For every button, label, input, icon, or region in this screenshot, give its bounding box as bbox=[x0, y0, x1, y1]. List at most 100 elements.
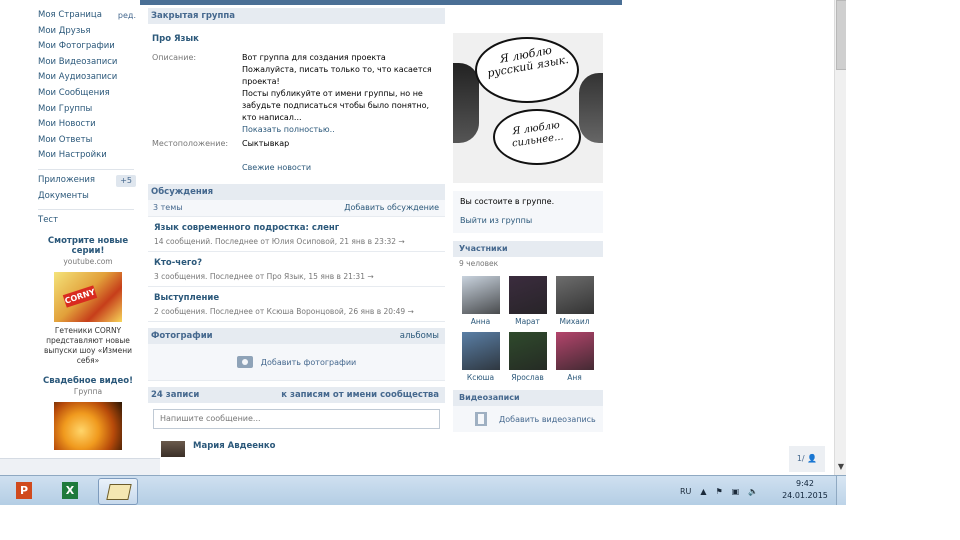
clock[interactable]: 9:42 24.01.2015 bbox=[782, 478, 828, 502]
member-card[interactable]: Ксюша bbox=[457, 332, 504, 382]
members-count: 9 человек bbox=[459, 259, 499, 268]
member-name[interactable]: Ярослав bbox=[504, 373, 551, 382]
menu-my-news[interactable]: Мои Новости bbox=[38, 117, 138, 133]
display-icon[interactable]: ▣ bbox=[732, 487, 740, 496]
discussions-header[interactable]: Обсуждения bbox=[148, 184, 445, 200]
ad2-image[interactable] bbox=[54, 402, 122, 450]
menu-my-answers[interactable]: Мои Ответы bbox=[38, 133, 138, 149]
menu-item-label: Моя Страница bbox=[38, 10, 102, 20]
members-header[interactable]: Участники bbox=[453, 241, 603, 257]
member-name[interactable]: Аня bbox=[551, 373, 598, 382]
closed-group-header: Закрытая группа bbox=[148, 8, 445, 24]
menu-my-messages[interactable]: Мои Сообщения bbox=[38, 86, 138, 102]
taskbar-reader[interactable] bbox=[98, 478, 138, 505]
menu-apps[interactable]: Приложения +5 bbox=[38, 173, 138, 189]
clock-time: 9:42 bbox=[796, 479, 814, 488]
ad-image[interactable]: CORNY bbox=[54, 272, 122, 322]
topic-title[interactable]: Выступление bbox=[154, 293, 439, 303]
edit-link[interactable]: ред. bbox=[118, 8, 136, 24]
menu-test[interactable]: Тест bbox=[38, 213, 138, 229]
topic-title[interactable]: Кто-чего? bbox=[154, 258, 439, 268]
member-avatar[interactable] bbox=[555, 276, 594, 314]
menu-my-page[interactable]: Моя Страница ред. bbox=[38, 8, 138, 24]
ad-text: Гетеники CORNY представляют новые выпуск… bbox=[43, 326, 133, 365]
show-desktop-button[interactable] bbox=[836, 476, 846, 505]
taskbar-excel[interactable]: X bbox=[52, 478, 90, 503]
topic-item[interactable]: Кто-чего? 3 сообщения. Последнее от Про … bbox=[148, 252, 445, 287]
wall-count[interactable]: 24 записи bbox=[151, 390, 199, 400]
excel-icon: X bbox=[62, 482, 78, 499]
show-full-link[interactable]: Показать полностью.. bbox=[242, 124, 445, 136]
post-author[interactable]: Мария Авдеенко bbox=[193, 441, 276, 451]
albums-link[interactable]: альбомы bbox=[400, 328, 439, 344]
description-label: Описание: bbox=[152, 53, 197, 62]
fresh-news-link[interactable]: Свежие новости bbox=[242, 162, 445, 174]
location-label: Местоположение: bbox=[152, 139, 229, 148]
member-card[interactable]: Аня bbox=[551, 332, 598, 382]
cover-figure-right bbox=[579, 73, 603, 143]
apps-count-badge: +5 bbox=[116, 174, 136, 187]
ad2-site: Группа bbox=[73, 387, 103, 396]
browser-page: Моя Страница ред. Мои Друзья Мои Фотограф… bbox=[0, 0, 834, 475]
member-card[interactable]: Анна bbox=[457, 276, 504, 326]
member-card[interactable]: Михаил bbox=[551, 276, 598, 326]
scroll-down-arrow-icon[interactable]: ▼ bbox=[836, 462, 846, 471]
menu-documents[interactable]: Документы bbox=[38, 189, 138, 205]
add-photos-button[interactable]: Добавить фотографии bbox=[148, 344, 445, 381]
member-name[interactable]: Марат bbox=[504, 317, 551, 326]
member-avatar[interactable] bbox=[508, 276, 547, 314]
member-avatar[interactable] bbox=[461, 276, 500, 314]
topic-title[interactable]: Язык современного подростка: сленг bbox=[154, 223, 439, 233]
members-grid: Анна Марат Михаил Ксюша Ярослав Аня bbox=[453, 270, 603, 388]
ad2-title[interactable]: Свадебное видео! bbox=[38, 376, 138, 386]
tray-arrow-icon[interactable]: ▲ bbox=[700, 487, 706, 496]
member-name[interactable]: Михаил bbox=[551, 317, 598, 326]
ads-block: Смотрите новые серии! youtube.com CORNY … bbox=[38, 236, 138, 450]
photos-header: Фотографии альбомы bbox=[148, 328, 445, 344]
online-counter[interactable]: 1/ 👤 bbox=[789, 446, 825, 472]
topic-item[interactable]: Язык современного подростка: сленг 14 со… bbox=[148, 217, 445, 252]
member-card[interactable]: Марат bbox=[504, 276, 551, 326]
add-discussion-link[interactable]: Добавить обсуждение bbox=[344, 200, 439, 216]
discussions-subbar: 3 темы Добавить обсуждение bbox=[148, 200, 445, 217]
topic-item[interactable]: Выступление 2 сообщения. Последнее от Кс… bbox=[148, 287, 445, 322]
add-photos-label: Добавить фотографии bbox=[260, 357, 357, 367]
news-row: Свежие новости bbox=[148, 162, 445, 178]
menu-my-photos[interactable]: Мои Фотографии bbox=[38, 39, 138, 55]
scrollbar-thumb[interactable] bbox=[836, 0, 846, 70]
bottom-toolbar bbox=[0, 458, 160, 475]
photos-header-label[interactable]: Фотографии bbox=[151, 331, 213, 341]
menu-my-audio[interactable]: Мои Аудиозаписи bbox=[38, 70, 138, 86]
member-avatar[interactable] bbox=[555, 332, 594, 370]
menu-divider bbox=[38, 164, 134, 170]
member-avatar[interactable] bbox=[461, 332, 500, 370]
leave-group-link[interactable]: Выйти из группы bbox=[460, 216, 596, 225]
vertical-scrollbar[interactable] bbox=[834, 0, 846, 475]
speaker-icon[interactable]: 🔈 bbox=[748, 487, 758, 496]
language-indicator[interactable]: RU bbox=[680, 487, 691, 496]
member-avatar[interactable] bbox=[508, 332, 547, 370]
avatar[interactable] bbox=[161, 441, 185, 457]
camera-icon bbox=[236, 356, 253, 368]
add-video-button[interactable]: Добавить видеозапись bbox=[453, 406, 603, 432]
community-posts-link[interactable]: к записям от имени сообщества bbox=[281, 387, 439, 403]
system-tray: RU ▲ ⚑ ▣ 🔈 bbox=[680, 476, 767, 505]
group-cover-image[interactable]: Я люблю русский язык. Я люблю сильнее... bbox=[453, 33, 603, 183]
member-card[interactable]: Ярослав bbox=[504, 332, 551, 382]
menu-my-friends[interactable]: Мои Друзья bbox=[38, 24, 138, 40]
menu-my-videos[interactable]: Мои Видеозаписи bbox=[38, 55, 138, 71]
member-name[interactable]: Ксюша bbox=[457, 373, 504, 382]
member-name[interactable]: Анна bbox=[457, 317, 504, 326]
wall-post-input[interactable]: Напишите сообщение... bbox=[153, 409, 440, 429]
menu-my-settings[interactable]: Мои Настройки bbox=[38, 148, 138, 164]
flag-icon[interactable]: ⚑ bbox=[716, 487, 723, 496]
taskbar-powerpoint[interactable]: P bbox=[6, 478, 44, 503]
videos-header[interactable]: Видеозаписи bbox=[453, 390, 603, 406]
wall-section: 24 записи к записям от имени сообщества … bbox=[148, 387, 445, 457]
menu-my-groups[interactable]: Мои Группы bbox=[38, 102, 138, 118]
windows-taskbar: P X RU ▲ ⚑ ▣ 🔈 9:42 24.01.2015 bbox=[0, 475, 846, 505]
ad-title[interactable]: Смотрите новые серии! bbox=[38, 236, 138, 256]
ad-site: youtube.com bbox=[63, 257, 113, 266]
wall-post: Мария Авдеенко bbox=[148, 435, 445, 457]
book-icon bbox=[106, 484, 132, 500]
